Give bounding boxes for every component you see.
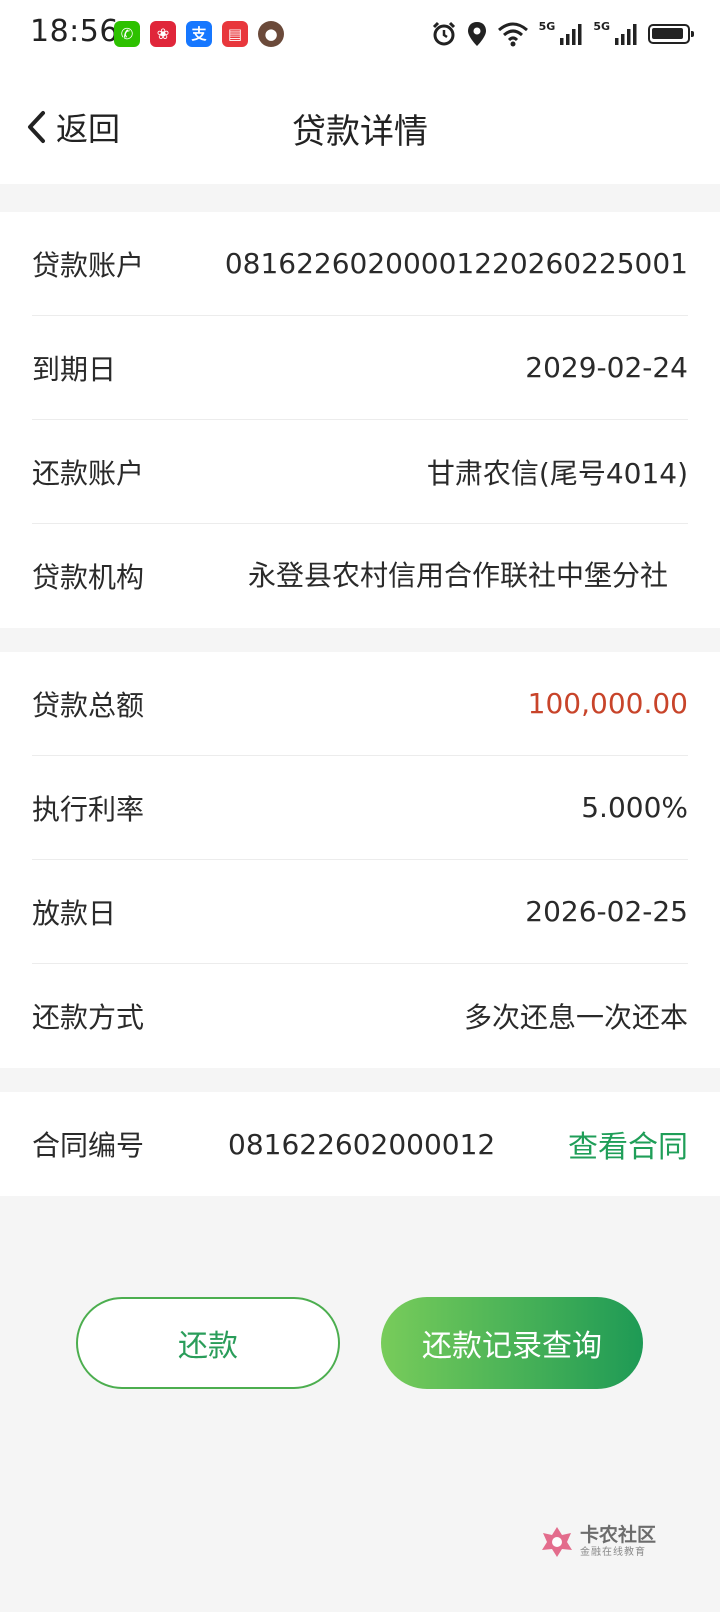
interest-rate-label: 执行利率	[32, 792, 145, 826]
due-date-row: 到期日 2029-02-24	[32, 316, 688, 420]
wechat-icon: ✆	[114, 21, 140, 47]
loan-amounts-card: 贷款总额 100,000.00 执行利率 5.000% 放款日 2026-02-…	[0, 652, 720, 1068]
loan-total-value: 100,000.00	[527, 687, 688, 720]
repayment-method-value: 多次还息一次还本	[463, 1001, 688, 1034]
due-date-label: 到期日	[32, 352, 117, 386]
watermark-texts: 卡农社区 金融在线教育	[580, 1524, 656, 1560]
nav-bar: 返回 贷款详情	[0, 70, 720, 184]
network-type-label-2: 5G	[593, 20, 610, 33]
interest-rate-row: 执行利率 5.000%	[32, 756, 688, 860]
battery-level	[652, 28, 683, 39]
status-time: 18:56	[30, 14, 119, 49]
due-date-value: 2029-02-24	[525, 351, 688, 384]
loan-institution-value: 永登县农村信用合作联社中堡分社	[248, 559, 669, 592]
loan-account-label: 贷款账户	[32, 248, 145, 282]
network-type-label: 5G	[538, 20, 556, 33]
interest-rate-value: 5.000%	[581, 791, 688, 824]
status-indicators: 5G 5G	[431, 18, 694, 50]
loan-info-card: 贷款账户 081622602000012202602250​01 到期日 202…	[0, 212, 720, 628]
status-bar: 18:56 ✆ ❀ 支 ▤ ● 5G 5G	[0, 0, 720, 70]
repayment-account-label: 还款账户	[32, 456, 145, 490]
contract-row: 合同编号 081622602000012 查看合同	[32, 1092, 688, 1196]
battery-icon	[648, 24, 694, 44]
page-title: 贷款详情	[292, 112, 428, 152]
disbursement-date-value: 2026-02-25	[525, 895, 688, 928]
watermark-title: 卡农社区	[580, 1524, 657, 1546]
watermark: 卡农社区 金融在线教育	[540, 1524, 656, 1560]
disbursement-date-row: 放款日 2026-02-25	[32, 860, 688, 964]
contract-card: 合同编号 081622602000012 查看合同	[0, 1092, 720, 1196]
loan-institution-row: 贷款机构 永登县农村信用合作联社中堡分社	[32, 524, 688, 628]
loan-account-row: 贷款账户 081622602000012202602250​01	[32, 212, 688, 316]
alipay-icon: 支	[186, 21, 212, 47]
alarm-icon	[432, 21, 455, 46]
repayment-method-label: 还款方式	[32, 1001, 145, 1034]
reader-app-icon: ▤	[222, 21, 248, 47]
view-contract-link[interactable]: 查看合同	[568, 1122, 688, 1166]
loan-institution-label: 贷款机构	[32, 561, 145, 594]
repayment-records-button[interactable]: 还款记录查询	[381, 1297, 643, 1389]
repayment-method-row: 还款方式 多次还息一次还本	[32, 964, 688, 1068]
loan-total-row: 贷款总额 100,000.00	[32, 652, 688, 756]
repayment-account-value: 甘肃农信(尾号4014)	[426, 456, 688, 490]
contract-number-label: 合同编号	[32, 1129, 145, 1162]
avatar-app-icon: ●	[258, 21, 284, 47]
repay-button[interactable]: 还款	[76, 1297, 340, 1389]
signal-strength-icon-2	[615, 24, 637, 45]
loan-total-label: 贷款总额	[32, 688, 145, 722]
signal-strength-icon	[560, 24, 582, 45]
watermark-subtitle: 金融在线教育	[580, 1547, 646, 1558]
notification-app-icons: ✆ ❀ 支 ▤ ●	[114, 21, 284, 47]
wifi-icon	[497, 22, 528, 47]
shopping-app-icon: ❀	[150, 21, 176, 47]
repayment-account-row: 还款账户 甘肃农信(尾号4014)	[32, 420, 688, 524]
disbursement-date-label: 放款日	[32, 896, 117, 930]
contract-number-value: 081622602000012	[228, 1127, 496, 1161]
watermark-logo-icon	[542, 1527, 572, 1557]
loan-account-value: 081622602000012202602250​01	[224, 247, 688, 280]
location-icon	[467, 22, 486, 46]
